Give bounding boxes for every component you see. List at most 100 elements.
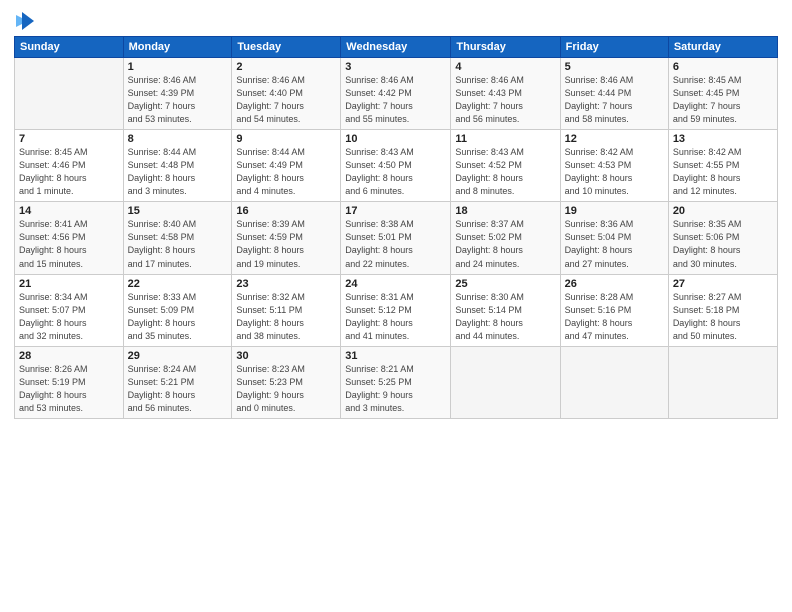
day-number: 8	[128, 133, 228, 145]
day-info: Sunrise: 8:23 AM Sunset: 5:23 PM Dayligh…	[236, 363, 336, 415]
day-cell	[15, 58, 124, 130]
header-day-saturday: Saturday	[668, 37, 777, 58]
day-info: Sunrise: 8:26 AM Sunset: 5:19 PM Dayligh…	[19, 363, 119, 415]
week-row-3: 14Sunrise: 8:41 AM Sunset: 4:56 PM Dayli…	[15, 202, 778, 274]
day-info: Sunrise: 8:46 AM Sunset: 4:44 PM Dayligh…	[565, 74, 664, 126]
day-info: Sunrise: 8:36 AM Sunset: 5:04 PM Dayligh…	[565, 218, 664, 270]
day-cell: 27Sunrise: 8:27 AM Sunset: 5:18 PM Dayli…	[668, 274, 777, 346]
day-cell: 2Sunrise: 8:46 AM Sunset: 4:40 PM Daylig…	[232, 58, 341, 130]
day-number: 1	[128, 61, 228, 73]
day-info: Sunrise: 8:46 AM Sunset: 4:39 PM Dayligh…	[128, 74, 228, 126]
day-number: 16	[236, 205, 336, 217]
day-number: 5	[565, 61, 664, 73]
header-day-wednesday: Wednesday	[341, 37, 451, 58]
day-number: 20	[673, 205, 773, 217]
day-number: 19	[565, 205, 664, 217]
day-cell: 15Sunrise: 8:40 AM Sunset: 4:58 PM Dayli…	[123, 202, 232, 274]
day-info: Sunrise: 8:45 AM Sunset: 4:45 PM Dayligh…	[673, 74, 773, 126]
day-cell	[451, 346, 560, 418]
calendar-table: SundayMondayTuesdayWednesdayThursdayFrid…	[14, 36, 778, 419]
day-number: 12	[565, 133, 664, 145]
day-number: 27	[673, 278, 773, 290]
day-number: 2	[236, 61, 336, 73]
day-number: 24	[345, 278, 446, 290]
day-number: 30	[236, 350, 336, 362]
day-info: Sunrise: 8:43 AM Sunset: 4:50 PM Dayligh…	[345, 146, 446, 198]
day-cell: 7Sunrise: 8:45 AM Sunset: 4:46 PM Daylig…	[15, 130, 124, 202]
day-cell: 11Sunrise: 8:43 AM Sunset: 4:52 PM Dayli…	[451, 130, 560, 202]
calendar-body: 1Sunrise: 8:46 AM Sunset: 4:39 PM Daylig…	[15, 58, 778, 419]
day-number: 3	[345, 61, 446, 73]
day-number: 21	[19, 278, 119, 290]
day-cell: 13Sunrise: 8:42 AM Sunset: 4:55 PM Dayli…	[668, 130, 777, 202]
day-number: 11	[455, 133, 555, 145]
header-day-thursday: Thursday	[451, 37, 560, 58]
day-info: Sunrise: 8:40 AM Sunset: 4:58 PM Dayligh…	[128, 218, 228, 270]
day-info: Sunrise: 8:37 AM Sunset: 5:02 PM Dayligh…	[455, 218, 555, 270]
day-cell: 21Sunrise: 8:34 AM Sunset: 5:07 PM Dayli…	[15, 274, 124, 346]
day-cell: 3Sunrise: 8:46 AM Sunset: 4:42 PM Daylig…	[341, 58, 451, 130]
day-number: 7	[19, 133, 119, 145]
day-number: 14	[19, 205, 119, 217]
day-cell: 24Sunrise: 8:31 AM Sunset: 5:12 PM Dayli…	[341, 274, 451, 346]
day-cell: 16Sunrise: 8:39 AM Sunset: 4:59 PM Dayli…	[232, 202, 341, 274]
day-number: 15	[128, 205, 228, 217]
day-cell: 10Sunrise: 8:43 AM Sunset: 4:50 PM Dayli…	[341, 130, 451, 202]
day-number: 28	[19, 350, 119, 362]
day-info: Sunrise: 8:34 AM Sunset: 5:07 PM Dayligh…	[19, 291, 119, 343]
day-cell: 9Sunrise: 8:44 AM Sunset: 4:49 PM Daylig…	[232, 130, 341, 202]
day-cell: 28Sunrise: 8:26 AM Sunset: 5:19 PM Dayli…	[15, 346, 124, 418]
day-cell: 29Sunrise: 8:24 AM Sunset: 5:21 PM Dayli…	[123, 346, 232, 418]
week-row-5: 28Sunrise: 8:26 AM Sunset: 5:19 PM Dayli…	[15, 346, 778, 418]
day-info: Sunrise: 8:30 AM Sunset: 5:14 PM Dayligh…	[455, 291, 555, 343]
day-info: Sunrise: 8:24 AM Sunset: 5:21 PM Dayligh…	[128, 363, 228, 415]
day-info: Sunrise: 8:39 AM Sunset: 4:59 PM Dayligh…	[236, 218, 336, 270]
day-cell: 20Sunrise: 8:35 AM Sunset: 5:06 PM Dayli…	[668, 202, 777, 274]
week-row-2: 7Sunrise: 8:45 AM Sunset: 4:46 PM Daylig…	[15, 130, 778, 202]
logo	[14, 10, 38, 32]
day-info: Sunrise: 8:32 AM Sunset: 5:11 PM Dayligh…	[236, 291, 336, 343]
day-info: Sunrise: 8:33 AM Sunset: 5:09 PM Dayligh…	[128, 291, 228, 343]
day-cell: 12Sunrise: 8:42 AM Sunset: 4:53 PM Dayli…	[560, 130, 668, 202]
day-cell: 31Sunrise: 8:21 AM Sunset: 5:25 PM Dayli…	[341, 346, 451, 418]
day-cell: 4Sunrise: 8:46 AM Sunset: 4:43 PM Daylig…	[451, 58, 560, 130]
day-info: Sunrise: 8:41 AM Sunset: 4:56 PM Dayligh…	[19, 218, 119, 270]
day-cell: 14Sunrise: 8:41 AM Sunset: 4:56 PM Dayli…	[15, 202, 124, 274]
day-cell: 1Sunrise: 8:46 AM Sunset: 4:39 PM Daylig…	[123, 58, 232, 130]
week-row-4: 21Sunrise: 8:34 AM Sunset: 5:07 PM Dayli…	[15, 274, 778, 346]
day-number: 25	[455, 278, 555, 290]
day-info: Sunrise: 8:31 AM Sunset: 5:12 PM Dayligh…	[345, 291, 446, 343]
day-cell: 18Sunrise: 8:37 AM Sunset: 5:02 PM Dayli…	[451, 202, 560, 274]
day-cell: 5Sunrise: 8:46 AM Sunset: 4:44 PM Daylig…	[560, 58, 668, 130]
day-info: Sunrise: 8:46 AM Sunset: 4:43 PM Dayligh…	[455, 74, 555, 126]
week-row-1: 1Sunrise: 8:46 AM Sunset: 4:39 PM Daylig…	[15, 58, 778, 130]
header-day-tuesday: Tuesday	[232, 37, 341, 58]
day-number: 22	[128, 278, 228, 290]
day-number: 10	[345, 133, 446, 145]
header-row: SundayMondayTuesdayWednesdayThursdayFrid…	[15, 37, 778, 58]
day-info: Sunrise: 8:35 AM Sunset: 5:06 PM Dayligh…	[673, 218, 773, 270]
day-info: Sunrise: 8:45 AM Sunset: 4:46 PM Dayligh…	[19, 146, 119, 198]
day-info: Sunrise: 8:21 AM Sunset: 5:25 PM Dayligh…	[345, 363, 446, 415]
day-cell: 23Sunrise: 8:32 AM Sunset: 5:11 PM Dayli…	[232, 274, 341, 346]
day-cell: 30Sunrise: 8:23 AM Sunset: 5:23 PM Dayli…	[232, 346, 341, 418]
day-number: 23	[236, 278, 336, 290]
day-number: 4	[455, 61, 555, 73]
day-number: 18	[455, 205, 555, 217]
day-cell: 19Sunrise: 8:36 AM Sunset: 5:04 PM Dayli…	[560, 202, 668, 274]
day-number: 26	[565, 278, 664, 290]
day-info: Sunrise: 8:46 AM Sunset: 4:42 PM Dayligh…	[345, 74, 446, 126]
day-number: 6	[673, 61, 773, 73]
day-info: Sunrise: 8:46 AM Sunset: 4:40 PM Dayligh…	[236, 74, 336, 126]
day-info: Sunrise: 8:28 AM Sunset: 5:16 PM Dayligh…	[565, 291, 664, 343]
day-cell: 17Sunrise: 8:38 AM Sunset: 5:01 PM Dayli…	[341, 202, 451, 274]
calendar-header: SundayMondayTuesdayWednesdayThursdayFrid…	[15, 37, 778, 58]
header-day-monday: Monday	[123, 37, 232, 58]
day-info: Sunrise: 8:38 AM Sunset: 5:01 PM Dayligh…	[345, 218, 446, 270]
day-cell: 6Sunrise: 8:45 AM Sunset: 4:45 PM Daylig…	[668, 58, 777, 130]
day-number: 9	[236, 133, 336, 145]
day-number: 13	[673, 133, 773, 145]
day-number: 17	[345, 205, 446, 217]
day-cell	[668, 346, 777, 418]
day-number: 29	[128, 350, 228, 362]
